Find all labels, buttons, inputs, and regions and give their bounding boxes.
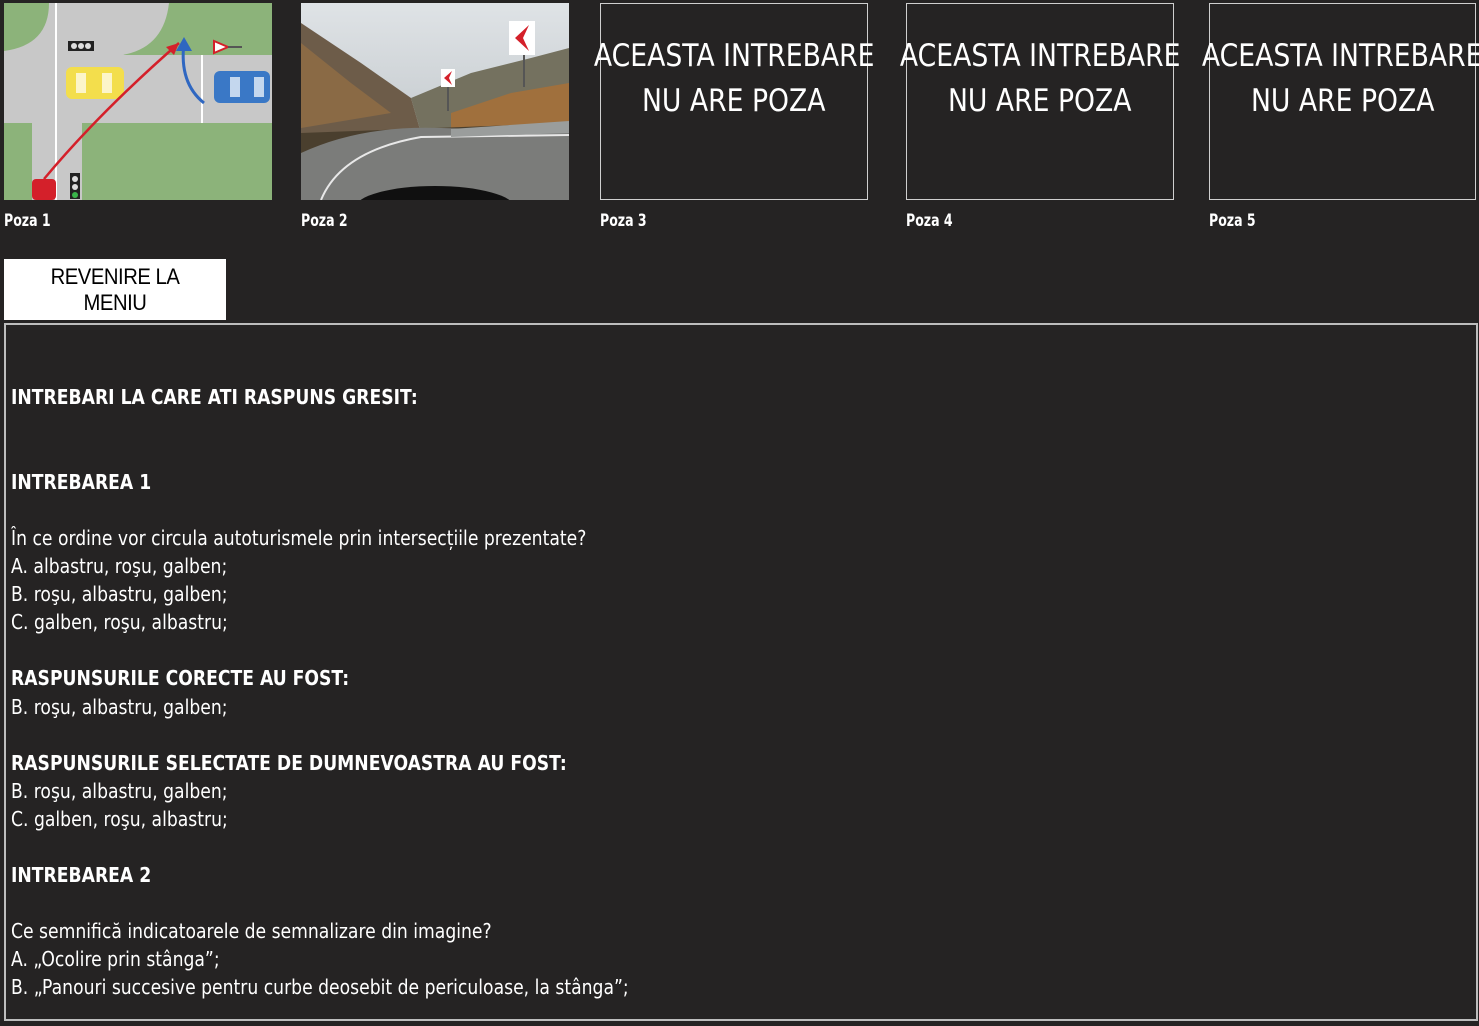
mountain-road-photo	[301, 3, 570, 230]
thumbnail-1[interactable]	[4, 3, 272, 200]
thumbnail-caption: Poza 3	[600, 211, 647, 231]
wrong-answers-panel[interactable]: INTREBARI LA CARE ATI RASPUNS GRESIT: IN…	[4, 323, 1478, 1021]
back-to-menu-label: REVENIRE LA MENIU	[50, 263, 180, 315]
question-title: INTREBAREA 2	[11, 863, 152, 887]
no-image-text-line2: NU ARE POZA	[948, 83, 1132, 119]
no-image-text-line1: ACEASTA INTREBARE	[1202, 38, 1479, 74]
answer-option: A. albastru, roşu, galben;	[11, 554, 228, 578]
thumbnail-caption: Poza 5	[1209, 211, 1256, 231]
selected-answers-heading: RASPUNSURILE SELECTATE DE DUMNEVOASTRA A…	[11, 751, 567, 775]
wrong-answers-heading: INTREBARI LA CARE ATI RASPUNS GRESIT:	[11, 385, 418, 409]
question-title: INTREBAREA 1	[11, 470, 152, 494]
no-image-text-line1: ACEASTA INTREBARE	[593, 38, 875, 74]
answer-option: A. „Ocolire prin stânga”;	[11, 947, 220, 971]
no-image-text-line1: ACEASTA INTREBARE	[899, 38, 1181, 74]
thumbnail-4[interactable]: ACEASTA INTREBARE NU ARE POZA	[900, 3, 1180, 200]
thumbnail-caption: Poza 1	[4, 211, 51, 231]
selected-answer: C. galben, roşu, albastru;	[11, 807, 228, 831]
intersection-diagram-image	[4, 3, 272, 200]
thumbnail-2[interactable]	[301, 3, 570, 230]
no-image-text-line2: NU ARE POZA	[1250, 83, 1435, 119]
no-image-text-line2: NU ARE POZA	[642, 83, 826, 119]
back-to-menu-button[interactable]: REVENIRE LA MENIU	[4, 259, 226, 320]
thumbnail-5[interactable]: ACEASTA INTREBARE NU ARE POZA	[1202, 3, 1479, 200]
selected-answer: B. roşu, albastru, galben;	[11, 779, 228, 803]
question-text: Ce semnifică indicatoarele de semnalizar…	[11, 919, 492, 943]
correct-answers-heading: RASPUNSURILE CORECTE AU FOST:	[11, 666, 350, 690]
answer-option: B. roşu, albastru, galben;	[11, 582, 228, 606]
thumbnail-caption: Poza 4	[906, 211, 953, 231]
correct-answer: B. roşu, albastru, galben;	[11, 695, 228, 719]
question-text: În ce ordine vor circula autoturismele p…	[11, 526, 587, 550]
thumbnail-caption: Poza 2	[301, 211, 348, 231]
thumbnail-3[interactable]: ACEASTA INTREBARE NU ARE POZA	[594, 3, 874, 200]
answer-option: C. galben, roşu, albastru;	[11, 610, 228, 634]
answer-option: B. „Panouri succesive pentru curbe deose…	[11, 975, 629, 999]
